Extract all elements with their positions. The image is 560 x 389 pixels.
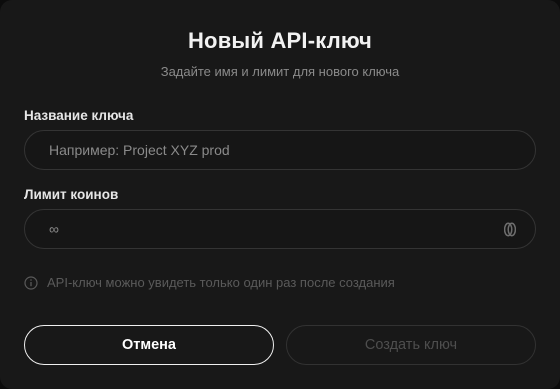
coin-icon [503,221,517,237]
create-key-button[interactable]: Создать ключ [286,325,536,365]
coin-limit-label: Лимит коинов [24,187,119,202]
coin-limit-input[interactable]: ∞ [24,209,536,249]
key-name-label: Название ключа [24,108,134,123]
new-api-key-dialog: Новый API-ключ Задайте имя и лимит для н… [0,0,560,389]
key-name-input[interactable]: Например: Project XYZ prod [24,130,536,170]
key-name-placeholder: Например: Project XYZ prod [49,142,230,158]
hint-text: API-ключ можно увидеть только один раз п… [47,275,395,290]
dialog-title: Новый API-ключ [187,28,373,53]
dialog-subtitle: Задайте имя и лимит для нового ключа [160,64,400,79]
cancel-button[interactable]: Отмена [24,325,274,365]
coin-limit-value: ∞ [49,221,59,237]
info-icon [24,275,38,290]
info-hint: API-ключ можно увидеть только один раз п… [24,275,395,290]
